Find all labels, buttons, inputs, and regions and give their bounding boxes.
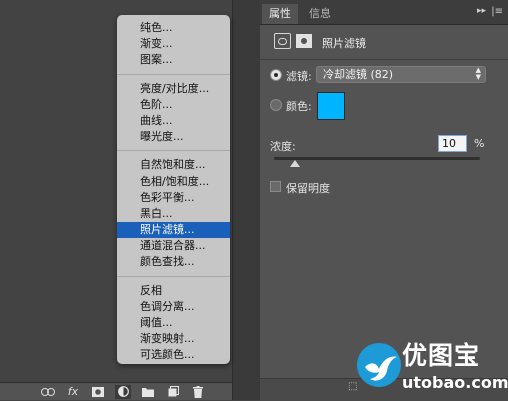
menu-separator: [117, 150, 230, 152]
adjustment-layer-icon[interactable]: [115, 384, 131, 399]
density-label: 浓度:: [270, 140, 296, 153]
menu-item[interactable]: 渐变映射...: [117, 331, 230, 347]
menu-item[interactable]: 颜色查找...: [117, 254, 230, 270]
color-radio[interactable]: [270, 99, 282, 111]
panel-tab-bar: 属性 信息 ▸▸ |≡: [260, 0, 508, 25]
menu-item[interactable]: 反相: [117, 283, 230, 299]
menu-item[interactable]: 自然饱和度...: [117, 157, 230, 173]
menu-item[interactable]: 图案...: [117, 52, 230, 68]
adjustment-layer-menu: 纯色... 渐变... 图案... 亮度/对比度... 色阶... 曲线... 曝光度...…: [117, 15, 230, 364]
photo-filter-adjustment-icon[interactable]: [274, 33, 291, 49]
menu-item[interactable]: 纯色...: [117, 20, 230, 36]
layers-panel-toolbar: fx: [0, 382, 232, 400]
filter-select[interactable]: 冷却滤镜 (82) ▲ ▼: [316, 66, 486, 83]
menu-item[interactable]: 可选颜色...: [117, 347, 230, 363]
menu-item[interactable]: 色相/饱和度...: [117, 174, 230, 190]
panel-title: 照片滤镜: [322, 37, 366, 50]
menu-item[interactable]: 曝光度...: [117, 129, 230, 145]
layer-mask-icon[interactable]: [296, 34, 312, 48]
menu-item[interactable]: 渐变...: [117, 36, 230, 52]
panel-bottom-bar: ⬚: [260, 378, 508, 401]
folder-icon[interactable]: [140, 385, 156, 399]
density-input[interactable]: 10: [438, 135, 467, 152]
color-swatch[interactable]: [317, 92, 345, 120]
collapse-panel-icon[interactable]: ▸▸: [477, 6, 486, 16]
fx-label: fx: [67, 385, 79, 398]
menu-item[interactable]: 色调分离...: [117, 299, 230, 315]
panel-divider: [232, 0, 261, 400]
tab-info[interactable]: 信息: [302, 4, 338, 24]
menu-item[interactable]: 照片滤镜...: [117, 222, 230, 239]
mask-icon[interactable]: [90, 385, 106, 399]
menu-item[interactable]: 色彩平衡...: [117, 190, 230, 206]
properties-panel: 属性 信息 ▸▸ |≡ 照片滤镜 滤镜: 冷却滤镜 (82) ▲ ▼ 颜色: 浓度…: [260, 0, 508, 401]
menu-item[interactable]: 曲线...: [117, 113, 230, 129]
density-slider-thumb[interactable]: [289, 160, 300, 167]
menu-item[interactable]: 色阶...: [117, 97, 230, 113]
trash-icon[interactable]: [190, 385, 206, 399]
preserve-luminosity-label: 保留明度: [286, 182, 330, 195]
menu-separator: [117, 73, 230, 75]
menu-item[interactable]: 阈值...: [117, 315, 230, 331]
filter-label: 滤镜:: [286, 70, 312, 83]
menu-item[interactable]: 通道混合器...: [117, 238, 230, 254]
menu-item[interactable]: 亮度/对比度...: [117, 81, 230, 97]
preserve-luminosity-checkbox[interactable]: [270, 181, 281, 192]
filter-select-value: 冷却滤镜 (82): [323, 68, 394, 81]
tab-properties[interactable]: 属性: [262, 4, 298, 24]
density-slider-track[interactable]: [274, 157, 480, 160]
select-arrows-icon: ▲ ▼: [475, 66, 481, 81]
density-unit: %: [474, 137, 485, 150]
menu-item[interactable]: 黑白...: [117, 206, 230, 222]
clip-to-layer-icon[interactable]: ⬚: [348, 381, 357, 392]
new-layer-icon[interactable]: [165, 385, 181, 399]
filter-radio[interactable]: [270, 69, 282, 81]
menu-separator: [117, 275, 230, 277]
color-label: 颜色:: [286, 100, 312, 113]
link-icon[interactable]: [40, 385, 56, 399]
panel-menu-icon[interactable]: |≡: [491, 6, 503, 17]
fx-icon[interactable]: fx: [65, 385, 81, 399]
panel-header: 照片滤镜: [260, 25, 508, 60]
